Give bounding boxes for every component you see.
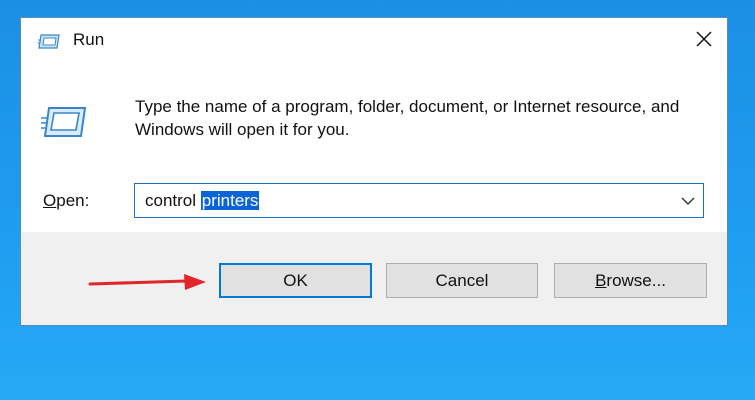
browse-button-label: Browse... — [595, 271, 666, 291]
cancel-button-label: Cancel — [435, 270, 489, 290]
open-input[interactable]: control printers — [145, 191, 260, 211]
dialog-content: Type the name of a program, folder, docu… — [21, 64, 727, 232]
cancel-button[interactable]: Cancel — [386, 263, 538, 298]
input-selected-text: printers — [200, 191, 260, 210]
run-program-icon — [41, 104, 87, 140]
open-combobox[interactable]: control printers — [134, 183, 704, 218]
browse-label-text: rowse... — [606, 270, 666, 290]
red-arrow-icon — [88, 272, 208, 294]
open-label-accelerator: O — [43, 191, 57, 210]
window-title: Run — [73, 30, 105, 49]
open-label: Open: — [43, 191, 89, 211]
input-text: control — [145, 191, 201, 210]
title-bar[interactable]: Run — [21, 18, 727, 64]
open-label-text: pen: — [56, 191, 90, 210]
dialog-description: Type the name of a program, folder, docu… — [135, 97, 680, 139]
browse-button[interactable]: Browse... — [554, 263, 707, 298]
close-button[interactable] — [681, 18, 727, 64]
ok-button[interactable]: OK — [219, 263, 372, 298]
run-icon — [37, 32, 61, 50]
chevron-down-icon[interactable] — [679, 192, 697, 210]
browse-accelerator: B — [595, 270, 607, 290]
close-icon — [695, 30, 713, 53]
ok-button-label: OK — [283, 270, 308, 290]
